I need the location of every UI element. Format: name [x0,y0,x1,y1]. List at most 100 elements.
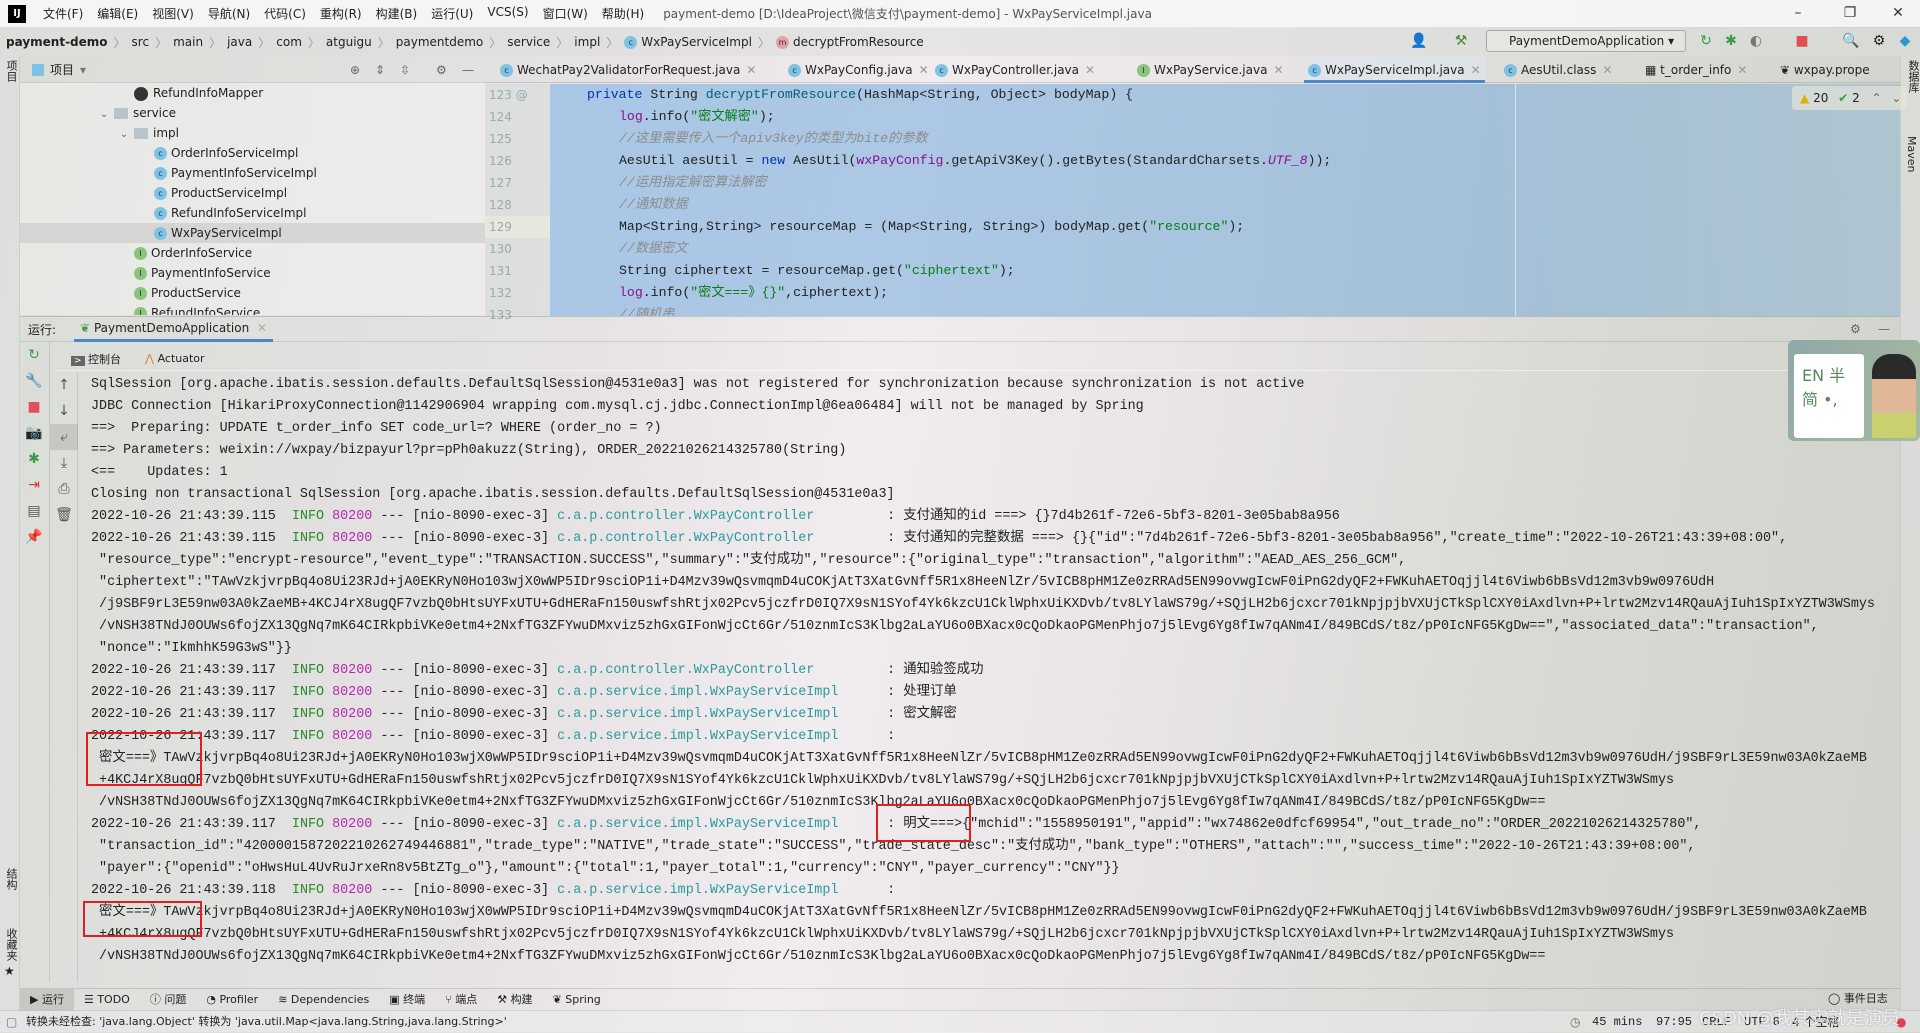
tool-window-button[interactable]: ⑂ 端点 [435,989,487,1011]
menu-item[interactable]: 导航(N) [201,5,257,22]
breadcrumb-item[interactable]: main [167,35,209,49]
close-tab-icon[interactable]: ✕ [1273,63,1283,77]
breadcrumb-item[interactable]: com [270,35,308,49]
gear-icon[interactable]: ⚙ [1870,32,1888,50]
next-problem-icon[interactable]: ⌄ [1891,91,1901,105]
debug-icon[interactable]: ✱ [20,446,48,472]
chevron-down-icon[interactable]: ▾ [80,63,86,77]
log-logger[interactable]: c.a.p.controller.WxPayController [557,660,887,682]
hide-icon[interactable]: — [462,63,474,77]
code-line[interactable]: Map<String,String> resourceMap = (Map<St… [550,216,1900,238]
tree-item[interactable]: I ProductService [20,283,485,303]
menu-item[interactable]: 编辑(E) [90,5,145,22]
log-logger[interactable]: c.a.p.controller.WxPayController [557,528,887,550]
arrow-down-icon[interactable]: ↓ [50,398,78,424]
hide-icon[interactable]: — [1878,322,1890,336]
breadcrumb-item[interactable]: atguigu [320,35,378,49]
tree-item[interactable]: c WxPayServiceImpl [20,223,485,243]
breadcrumb-item[interactable]: service [501,35,556,49]
tree-item[interactable]: I PaymentInfoService [20,263,485,283]
gear-icon[interactable]: ⚙ [1850,322,1861,336]
tool-window-button[interactable]: ▣ 终端 [379,989,435,1011]
editor-tab[interactable]: c WechatPay2ValidatorForRequest.java ✕ [496,57,760,83]
expand-all-icon[interactable]: ⇕ [375,63,385,77]
code-line[interactable]: //这里需要传入一个apiv3key的类型为bite的参数 [550,128,1900,150]
code-line[interactable]: log.info("密文解密"); [550,106,1900,128]
tool-window-button[interactable]: ⓘ 问题 [140,989,197,1011]
tree-item[interactable]: I OrderInfoService [20,243,485,263]
tree-item[interactable]: c RefundInfoServiceImpl [20,203,485,223]
close-button[interactable]: ✕ [1876,0,1920,27]
menu-item[interactable]: 构建(B) [369,5,425,22]
wrench-icon[interactable]: 🔧 [20,368,48,394]
tool-window-button[interactable]: ▶ 运行 [20,988,74,1011]
status-toggle-icon[interactable]: ▢ [6,1011,17,1033]
run-configuration-select[interactable]: PaymentDemoApplication ▾ [1486,30,1686,52]
gear-icon[interactable]: ⚙ [436,63,447,77]
editor-tab[interactable]: c WxPayConfig.java ✕ [784,57,933,83]
close-tab-icon[interactable]: ✕ [746,63,756,77]
tree-item[interactable]: c ProductServiceImpl [20,183,485,203]
chevron-down-icon[interactable]: ⌄ [100,105,114,125]
code-line[interactable]: AesUtil aesUtil = new AesUtil(wxPayConfi… [550,150,1900,172]
exit-icon[interactable]: ⇥ [20,472,48,498]
breadcrumb-item[interactable]: m decryptFromResource [770,35,930,49]
caret-position[interactable]: 97:95 [1656,1011,1692,1033]
code-line[interactable]: log.info("密文===》{}",ciphertext); [550,282,1900,304]
breadcrumb-item[interactable]: java [221,35,258,49]
log-logger[interactable]: c.a.p.service.impl.WxPayServiceImpl [557,682,887,704]
menu-item[interactable]: 重构(R) [313,5,369,22]
tree-item[interactable]: I RefundInfoService [20,303,485,315]
tool-window-button[interactable]: ⚒ 构建 [487,989,542,1011]
breadcrumb-item[interactable]: payment-demo [0,35,114,49]
code-line[interactable]: //数据密文 [550,238,1900,260]
code-line[interactable]: //运用指定解密算法解密 [550,172,1900,194]
tab-console[interactable]: > 控制台 [65,351,127,367]
run-tab[interactable]: ❦ PaymentDemoApplication ✕ [74,316,274,342]
console-output[interactable]: SqlSession [org.apache.ibatis.session.de… [91,374,1891,974]
log-logger[interactable]: c.a.p.service.impl.WxPayServiceImpl [557,704,887,726]
menu-item[interactable]: 帮助(H) [595,5,651,22]
camera-icon[interactable]: 📷 [20,420,48,446]
search-icon[interactable]: 🔍 [1842,32,1860,50]
log-logger[interactable]: c.a.p.controller.WxPayController [557,506,887,528]
project-side-tab[interactable]: 项目 [3,60,19,82]
pin-icon[interactable]: 📌 [20,524,48,550]
maven-side-tab[interactable]: Maven [1905,136,1918,172]
breadcrumb-item[interactable]: c WxPayServiceImpl [618,35,758,49]
rerun-icon[interactable]: ↻ [20,342,48,368]
collapse-all-icon[interactable]: ⇳ [400,63,410,77]
toolbox-icon[interactable]: ◆ [1896,32,1914,50]
editor-tab[interactable]: c WxPayController.java ✕ [931,57,1099,83]
close-tab-icon[interactable]: ✕ [919,63,929,77]
log-logger[interactable]: c.a.p.service.impl.WxPayServiceImpl [557,814,887,836]
stop-icon[interactable]: ■ [1793,32,1811,50]
inspection-widget[interactable]: ▲ 20 ✔ 2 ⌃ ⌄ [1792,86,1907,110]
user-icon[interactable]: 👤 [1410,32,1428,50]
structure-side-tab[interactable]: 结构 [3,868,19,890]
chevron-down-icon[interactable]: ⌄ [120,125,134,145]
print-icon[interactable]: ⎙ [50,476,78,502]
code-editor[interactable]: private String decryptFromResource(HashM… [550,84,1900,316]
editor-tab[interactable]: ▦ t_order_info ✕ [1641,57,1751,83]
breadcrumb-item[interactable]: impl [568,35,606,49]
menu-item[interactable]: 窗口(W) [536,5,595,22]
menu-item[interactable]: VCS(S) [480,5,535,22]
log-logger[interactable]: c.a.p.service.impl.WxPayServiceImpl [557,880,887,902]
stop-icon[interactable]: ■ [20,394,48,420]
code-line[interactable]: //通知数据 [550,194,1900,216]
close-icon[interactable]: ✕ [257,321,267,335]
rerun-icon[interactable]: ↻ [1697,32,1715,50]
tree-item[interactable]: ⌄ impl [20,123,485,143]
code-line[interactable]: String ciphertext = resourceMap.get("cip… [550,260,1900,282]
locate-icon[interactable]: ⊕ [350,63,360,77]
tool-window-button[interactable]: ❦ Spring [543,989,611,1011]
menu-item[interactable]: 运行(U) [424,5,480,22]
layout-icon[interactable]: ▤ [20,498,48,524]
coverage-icon[interactable]: ◐ [1747,32,1765,50]
tree-item[interactable]: RefundInfoMapper [20,83,485,103]
scroll-to-end-icon[interactable]: ⤓ [50,450,78,476]
editor-tab[interactable]: ❦ wxpay.prope [1776,57,1874,83]
minimize-button[interactable]: – [1776,0,1820,27]
tool-window-button[interactable]: ≋ Dependencies [268,989,379,1011]
